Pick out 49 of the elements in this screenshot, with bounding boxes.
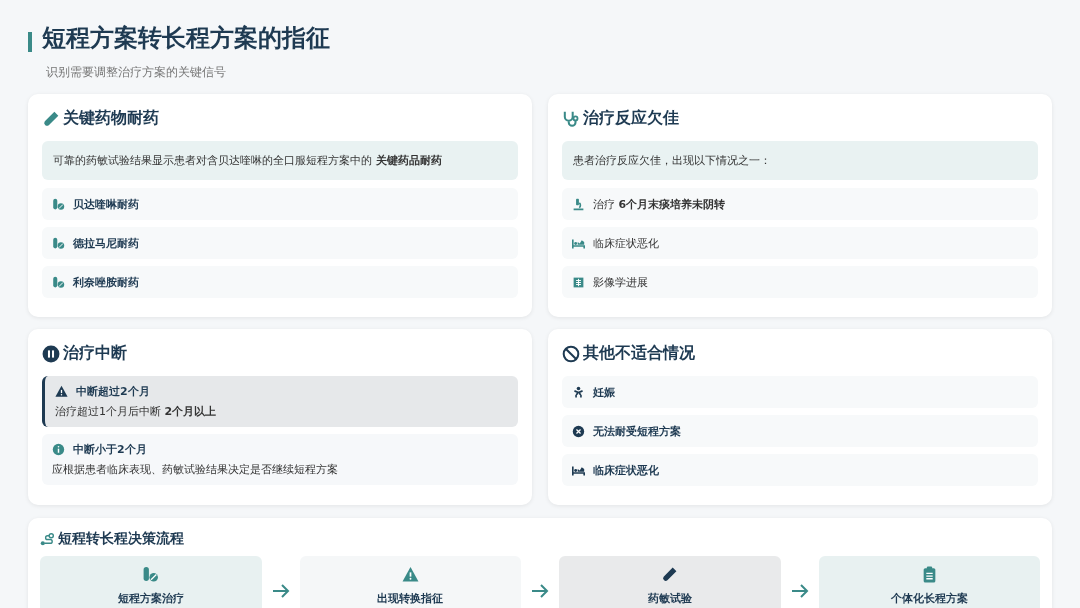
microscope-icon: [572, 197, 585, 211]
x-ray-icon: [572, 275, 585, 289]
card-title: 治疗反应欠佳: [583, 108, 679, 129]
item-text: 贝达喹啉耐药: [73, 196, 139, 212]
warning-icon: [55, 385, 68, 398]
step-label: 个体化长程方案: [890, 591, 968, 606]
item-text: 临床症状恶化: [593, 235, 659, 251]
section-title: 短程转长程决策流程: [58, 530, 184, 548]
pills-icon: [52, 236, 65, 250]
stethoscope-icon: [562, 109, 580, 128]
bed-icon: [572, 236, 585, 250]
arrow-icon: [531, 584, 549, 598]
intro-text: 患者治疗反应欠佳，出现以下情况之一：: [562, 141, 1038, 180]
step-label: 药敏试验: [647, 591, 692, 606]
test-tube-icon: [661, 566, 679, 583]
item-text: 妊娠: [593, 384, 615, 400]
item-text: 治疗 6个月末痰培养未阴转: [593, 196, 726, 212]
pills-icon: [52, 197, 65, 211]
step-label: 出现转换指征: [377, 591, 444, 606]
alert-text: 治疗超过1个月后中断 2个月以上: [55, 404, 218, 419]
page-title: 短程方案转长程方案的指征: [42, 23, 330, 54]
bed-icon: [572, 463, 585, 477]
intro-text: 可靠的药敏试验结果显示患者对含贝达喹啉的全口服短程方案中的 关键药品耐药: [42, 141, 518, 180]
baby-icon: [572, 385, 585, 399]
pills-icon: [142, 566, 160, 583]
accent-bar: [28, 32, 32, 52]
card-title: 关键药物耐药: [63, 108, 159, 129]
arrow-icon: [790, 584, 809, 598]
alert-title: 中断小于2个月: [73, 442, 147, 457]
pills-icon: [52, 275, 65, 289]
pause-icon: [42, 344, 60, 363]
route-icon: [40, 531, 55, 547]
card-title: 其他不适合情况: [583, 343, 695, 364]
warning-icon: [401, 566, 419, 583]
test-tube-icon: [42, 109, 60, 128]
item-text: 无法耐受短程方案: [593, 423, 681, 439]
alert-title: 中断超过2个月: [76, 384, 150, 399]
page-subtitle: 识别需要调整治疗方案的关键信号: [46, 64, 227, 81]
ban-icon: [562, 344, 580, 363]
item-text: 利奈唑胺耐药: [73, 274, 139, 290]
card-title: 治疗中断: [63, 343, 127, 364]
item-text: 临床症状恶化: [593, 462, 659, 478]
item-text: 影像学进展: [593, 274, 648, 290]
item-text: 德拉马尼耐药: [73, 235, 139, 251]
step-label: 短程方案治疗: [117, 591, 184, 606]
info-icon: [52, 443, 65, 456]
arrow-icon: [271, 584, 290, 598]
alert-text: 应根据患者临床表现、药敏试验结果决定是否继续短程方案: [52, 462, 339, 477]
close-circle-icon: [572, 424, 585, 438]
